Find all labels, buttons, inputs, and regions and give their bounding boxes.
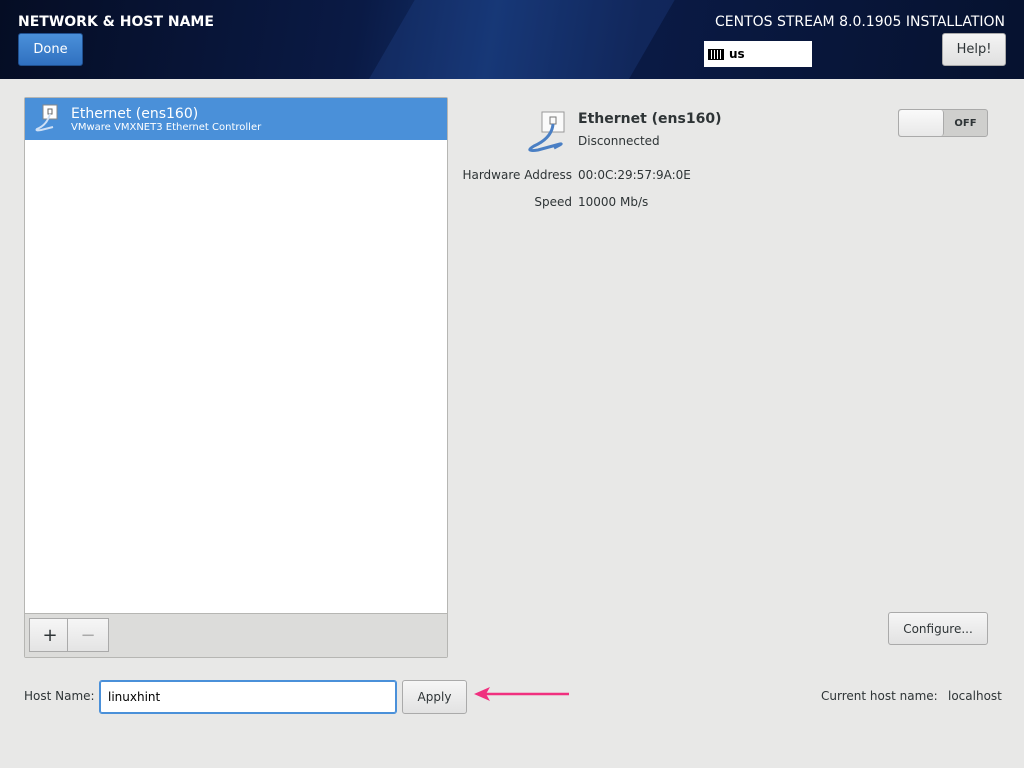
ethernet-large-icon bbox=[528, 111, 565, 152]
current-host-name-label: Current host name: bbox=[821, 689, 938, 703]
device-description: VMware VMXNET3 Ethernet Controller bbox=[71, 121, 262, 133]
help-button[interactable]: Help! bbox=[942, 33, 1006, 66]
device-name: Ethernet (ens160) bbox=[71, 105, 199, 122]
add-device-button[interactable]: + bbox=[29, 618, 71, 652]
done-button[interactable]: Done bbox=[18, 33, 83, 66]
toggle-state-label: OFF bbox=[954, 117, 977, 129]
connection-toggle[interactable]: OFF bbox=[898, 109, 988, 137]
keyboard-icon bbox=[708, 48, 724, 60]
header-bar: NETWORK & HOST NAME CENTOS STREAM 8.0.19… bbox=[0, 0, 1024, 79]
device-list-item[interactable]: Ethernet (ens160) VMware VMXNET3 Ethernet… bbox=[25, 98, 447, 140]
host-name-input[interactable] bbox=[99, 680, 397, 714]
host-name-label: Host Name: bbox=[24, 689, 95, 703]
device-list: Ethernet (ens160) VMware VMXNET3 Ethernet… bbox=[24, 97, 448, 658]
device-detail-name: Ethernet (ens160) bbox=[578, 111, 722, 127]
keyboard-layout-label: us bbox=[729, 47, 745, 61]
product-title: CENTOS STREAM 8.0.1905 INSTALLATION bbox=[714, 14, 1005, 30]
configure-button[interactable]: Configure... bbox=[888, 612, 988, 645]
current-host-name-value: localhost bbox=[948, 689, 1002, 703]
device-status: Disconnected bbox=[578, 134, 660, 148]
speed-label: Speed bbox=[534, 195, 572, 209]
remove-device-button[interactable]: − bbox=[67, 618, 109, 652]
ethernet-icon bbox=[35, 104, 58, 132]
apply-button[interactable]: Apply bbox=[402, 680, 467, 714]
list-toolbar: + − bbox=[25, 613, 447, 657]
annotation-arrow-icon bbox=[474, 687, 569, 701]
header-decoration bbox=[322, 0, 698, 79]
toggle-knob[interactable] bbox=[899, 110, 944, 136]
keyboard-layout-indicator[interactable]: us bbox=[704, 41, 812, 67]
page-title: NETWORK & HOST NAME bbox=[18, 14, 214, 30]
hardware-address-label: Hardware Address bbox=[462, 168, 572, 182]
speed-value: 10000 Mb/s bbox=[578, 195, 649, 209]
hardware-address-value: 00:0C:29:57:9A:0E bbox=[578, 168, 691, 182]
